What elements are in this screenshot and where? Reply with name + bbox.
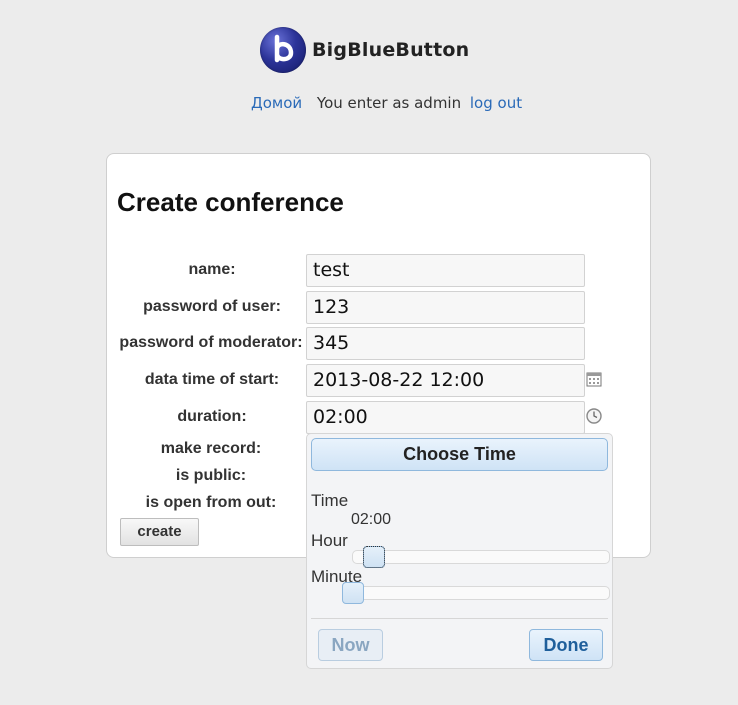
hour-label: Hour [311,531,348,550]
header: BigBlueButton Домой You enter as admin l… [0,0,738,140]
bigbluebutton-logo-icon [260,27,306,73]
open-from-out-label: is open from out: [145,494,277,511]
name-field[interactable]: test [306,254,585,287]
hour-slider-track[interactable] [352,546,610,568]
brand-name: BigBlueButton [312,39,470,61]
hour-slider-handle[interactable] [363,546,385,568]
brand-logo: BigBlueButton [260,26,469,74]
clock-icon[interactable] [585,407,603,425]
time-label: Time [311,491,349,510]
logout-link[interactable]: log out [470,94,522,112]
duration-field[interactable]: 02:00 [306,401,585,434]
moderator-password-field[interactable]: 345 [306,327,585,360]
minute-slider-track[interactable] [342,582,610,604]
page-title: Create conference [117,187,344,217]
is-public-label: is public: [175,467,247,484]
user-password-field[interactable]: 123 [306,291,585,324]
start-datetime-label: data time of start: [144,371,280,388]
time-value: 02:00 [351,511,392,528]
picker-divider [311,618,608,619]
user-password-label: password of user: [143,298,281,315]
calendar-icon[interactable] [585,370,603,388]
name-label: name: [188,261,236,278]
home-link[interactable]: Домой [251,94,302,112]
make-record-label: make record: [160,440,262,457]
create-button[interactable]: create [120,518,199,546]
time-picker-popup: Choose Time Time 02:00 Hour Minute Now D… [306,433,613,669]
moderator-password-label: password of moderator: [119,334,303,351]
start-datetime-field[interactable]: 2013-08-22 12:00 [306,364,585,397]
user-status-text: You enter as admin [316,94,462,112]
user-bar: Домой You enter as admin log out [251,94,522,112]
duration-label: duration: [177,408,247,425]
done-button[interactable]: Done [529,629,603,661]
now-button[interactable]: Now [318,629,383,661]
minute-slider-handle[interactable] [342,582,364,604]
time-picker-title: Choose Time [311,438,608,471]
